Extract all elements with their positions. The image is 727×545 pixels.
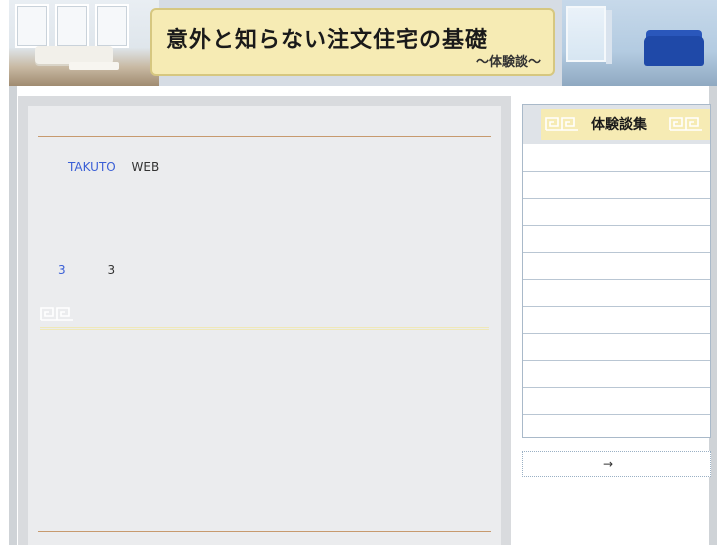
sidebar-list-item[interactable] [523, 145, 710, 172]
arrow-right-icon[interactable]: → [603, 457, 613, 471]
sidebar-list-item[interactable] [523, 226, 710, 253]
author-link[interactable]: TAKUTO [68, 160, 116, 174]
sidebar-list-item[interactable] [523, 253, 710, 280]
count-line: 3 3 [58, 263, 115, 277]
main-content: TAKUTO WEB 3 3 [18, 96, 511, 545]
sidebar-list-item[interactable] [523, 388, 710, 415]
sidebar-heading-label: 体験談集 [591, 117, 647, 133]
sidebar-heading: 体験談集 [523, 105, 710, 144]
divider-bottom [38, 531, 491, 532]
author-line: TAKUTO WEB [68, 160, 159, 174]
site-title: 意外と知らない注文住宅の基礎 [166, 27, 489, 53]
window-shape [55, 4, 89, 48]
sidebar-list-item[interactable] [523, 172, 710, 199]
count-value: 3 [107, 263, 116, 277]
sidebar-list [523, 145, 710, 415]
window-shape [15, 4, 49, 48]
sidebar-list-item[interactable] [523, 361, 710, 388]
sidebar-list-item[interactable] [523, 307, 710, 334]
greek-key-icon [40, 307, 74, 321]
count-link[interactable]: 3 [58, 263, 66, 277]
sidebar: 体験談集 [522, 104, 711, 438]
section-heading [40, 306, 489, 330]
site-header: 意外と知らない注文住宅の基礎 ～体験談～ [9, 0, 717, 86]
lamp-shape [606, 10, 612, 64]
window-shape [95, 4, 129, 48]
table-shape [69, 62, 119, 70]
sidebar-list-item[interactable] [523, 334, 710, 361]
header-photo-living-room [9, 0, 159, 86]
greek-key-icon [669, 116, 703, 135]
sidebar-list-item[interactable] [523, 199, 710, 226]
author-suffix: WEB [131, 160, 160, 174]
greek-key-icon [545, 116, 579, 135]
title-banner[interactable]: 意外と知らない注文住宅の基礎 ～体験談～ [150, 8, 555, 76]
sidebar-list-item[interactable] [523, 280, 710, 307]
chair-shape [644, 36, 704, 66]
sidebar-more-box[interactable]: → [522, 451, 711, 477]
header-photo-blue-chair [562, 0, 717, 86]
divider-top [38, 136, 491, 137]
window-shape [566, 6, 606, 62]
site-subtitle: ～体験談～ [475, 55, 541, 70]
main-inner-panel: TAKUTO WEB 3 3 [28, 106, 501, 545]
